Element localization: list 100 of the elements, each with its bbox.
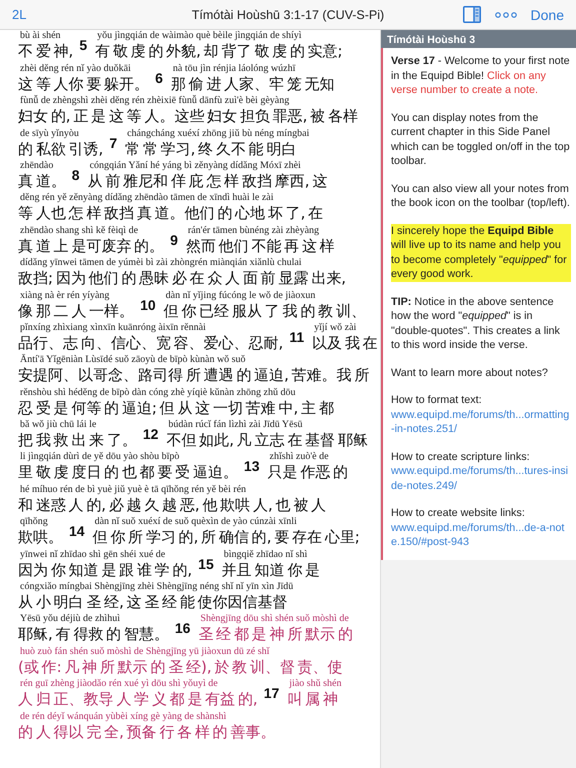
pinyin-text: jiào shǔ shén	[288, 678, 342, 690]
note-paragraph: You can display notes from the current chapter in this Side Panel which can be toggled on/off in the top toolbar.	[391, 110, 571, 168]
chinese-text: 品行、志 向、信心、宽 容、爱心、忍耐,	[18, 332, 284, 354]
verse-number[interactable]: 14	[69, 523, 85, 540]
pinyin-text: pǐnxíng zhìxiang xìnxīn kuānróng àixīn rěnnài	[19, 322, 206, 333]
chapter-title: Tímótài Hoùshū 3:1-17 (CUV-S-Pi)	[192, 8, 384, 22]
pinyin-text: zhèi děng rén nǐ yào duǒkāi	[19, 62, 131, 74]
done-button[interactable]: Done	[530, 6, 564, 22]
forum-link[interactable]: www.equipd.me/forums/th...tures-inside-notes.249/	[391, 464, 571, 493]
chinese-text: 等 人也 怎 样 敌挡 真 道。他们 的 心地 坏 了, 在	[18, 203, 324, 224]
chinese-text: 安提阿、以哥念、路司得 所 遭遇 的 逼迫, 苦难。我 所	[18, 365, 370, 386]
chinese-text: 真 道 上 是可废弃 的。	[18, 236, 164, 257]
pinyin-text: zhēndào	[19, 160, 54, 171]
verse-number[interactable]: 17	[264, 685, 280, 702]
note-paragraph: Verse 17 - Welcome to your first note in the Equipd Bible! Click on any verse number to create a note.	[391, 54, 571, 98]
pinyin-text: bǎ wǒ jiù chū lái le	[19, 419, 96, 430]
chinese-text: 不 爱 神,	[18, 41, 74, 62]
pinyin-text: děng rén yě zěnyàng dídǎng zhēndào tāmen de xīndì huài le zài	[19, 192, 274, 204]
note-paragraph: I sincerely hope the Equipd Bible will live up to its name and help you to become completely "equipped" for every good work.	[391, 224, 571, 282]
pinyin-text: zhēndào shang shì kě fèiqì de	[19, 224, 138, 236]
chinese-text: 的 人 得以 完 全, 预备 行 各 样 的 善事。	[18, 722, 276, 743]
pinyin-text: yīnwei nǐ zhīdao shì gēn shéi xué de	[19, 548, 166, 560]
verse-number[interactable]: 13	[244, 458, 260, 474]
pinyin-text: rén guī zhèng jiàodǎo rén xué yì dōu shì yǒuyì de	[19, 678, 218, 690]
pinyin-text: yǐjí wǒ zài	[313, 322, 356, 333]
chinese-text: 但 你 所 学习 的, 所 确信 的, 要 存在 心里;	[92, 527, 360, 548]
pinyin-text: de rén déyǐ wánquán yùbèi xíng gè yàng de shànshì	[19, 710, 226, 722]
chinese-text: 但 你 已经 服从 了 我 的 教 训、	[164, 300, 366, 322]
verse-number[interactable]: 5	[79, 37, 88, 54]
pinyin-text: cóngxiǎo míngbai Shèngjīng zhèi Shèngjīng néng shǐ nǐ yīn xìn Jīdū	[19, 581, 294, 592]
side-panel-icon[interactable]	[462, 6, 481, 23]
verse-number[interactable]: 10	[140, 296, 156, 313]
pinyin-text: cóngqián Yǎní hé yáng bì zěnyàng dídǎng Móxī zhèi	[88, 160, 301, 171]
link-label: How to create scripture links:	[391, 450, 531, 464]
chinese-text: 欺哄。	[18, 527, 63, 548]
more-icon[interactable]	[494, 12, 517, 18]
chinese-text: 里 敬 虔 度日 的 也 都 要 受 逼迫。	[18, 462, 238, 484]
verse-number[interactable]: 15	[198, 556, 214, 572]
pinyin-text: Shèngjīng dōu shì shén suǒ mòshì de	[199, 613, 349, 624]
chinese-text: 常 常 学习, 终 久不 能 明白	[125, 138, 296, 160]
chinese-text: 的 私欲 引诱,	[18, 138, 104, 160]
chinese-text: 人 归 正、教导 人 学 义 都 是 有益 的,	[18, 689, 258, 710]
link-label: How to format text:	[391, 393, 483, 408]
verse-number[interactable]: 6	[155, 70, 163, 86]
chinese-text: 并且 知道 你 是	[222, 560, 320, 581]
pinyin-text: huò zuò fán shén suǒ mòshì de Shèngjīng yū jiàoxun dū zé shǐ	[19, 646, 270, 657]
link-label: How to create website links:	[391, 506, 526, 520]
pinyin-text: Āntí'ā Yǐgēniàn Lùsīdé suǒ zāoyù de bīpò kùnàn wǒ suǒ	[19, 354, 246, 366]
pinyin-text: Yēsū yǒu déjiù de zhìhuì	[19, 613, 120, 624]
chinese-text: 叫 属 神	[287, 689, 338, 710]
chinese-text: 敌挡; 因为 他们 的 愚昧 必 在 众 人 面 前 显露 出来,	[18, 268, 346, 290]
chinese-text: 那 偷 进 人家、牢 笼 无知	[170, 74, 335, 95]
verse-number[interactable]: 12	[142, 426, 158, 442]
verse-number[interactable]: 8	[72, 166, 80, 183]
chinese-text: 把 我 救 出 来 了。	[18, 430, 137, 452]
pinyin-text: de sīyù yǐnyòu	[19, 128, 79, 139]
verse-number[interactable]: 11	[289, 328, 304, 345]
chinese-text: 耶稣, 有 得救 的 智慧。	[18, 624, 169, 646]
chinese-text: 忍 受 是 何等 的 逼迫; 但 从 这 一切 苦难 中, 主 都	[18, 398, 334, 419]
pinyin-text: zhǐshì zuò'è de	[268, 451, 329, 462]
pinyin-text: bù ài shén	[19, 30, 61, 42]
chinese-text: 圣 经 都 是 神 所 默示 的	[198, 624, 353, 646]
chinese-text: 然而 他们 不能 再 这 样	[186, 236, 335, 257]
verse-number[interactable]: 9	[170, 232, 178, 248]
chinese-text: 这 等 人你 要 躲开。	[18, 74, 150, 95]
back-link[interactable]: 2L	[12, 7, 26, 22]
verse-number[interactable]: 16	[174, 620, 190, 636]
pinyin-text: nà tōu jìn rénjia láolóng wúzhī	[172, 62, 296, 74]
pinyin-text: xiàng nà èr rén yíyàng	[19, 290, 110, 301]
note-paragraph: You can also view all your notes from the book icon on the toolbar (top/left).	[391, 182, 571, 210]
chinese-text: 像 那 二 人 一样。	[18, 300, 134, 322]
chinese-text: 妇女 的, 正 是 这 等 人。这些 妇女 担负 罪恶, 被 各样	[18, 106, 358, 128]
pinyin-text: fùnǚ de zhèngshì zhèi děng rén zhèixiē fùnǚ dānfù zuì'è bèi gèyàng	[19, 95, 290, 106]
pinyin-text: qīhǒng	[19, 516, 48, 528]
chinese-text: 只是 作恶 的	[268, 462, 348, 484]
pinyin-text: rán'ér tāmen bùnéng zài zhèyàng	[186, 224, 320, 236]
verse-number[interactable]: 7	[109, 134, 118, 151]
chinese-text: 真 道。	[18, 170, 66, 192]
chinese-text: 不但 如此, 凡 立志 在 基督 耶稣	[166, 430, 368, 452]
pinyin-text: búdàn rúcǐ fán lìzhì zài Jīdū Yēsū	[167, 419, 302, 430]
chinese-text: (或 作: 凡 神 所 默示 的 圣 经), 於 教 训、督 责、使	[18, 656, 343, 678]
pinyin-text: rěnshòu shì héděng de bīpò dàn cóng zhè yíqiè kǔnàn zhōng zhǔ dōu	[19, 386, 296, 398]
note-paragraph: Want to learn more about notes?	[391, 366, 549, 380]
pinyin-text: dàn nǐ suǒ xuéxí de suǒ quèxìn de yào cúnzài xīnli	[94, 516, 297, 528]
forum-link[interactable]: www.equipd.me/forums/th...ormatting-in-notes.251/	[391, 408, 571, 436]
chinese-text: 有 敬 虔 的 外貌, 却 背了 敬 虔 的 实意;	[95, 41, 343, 62]
panel-header: Tímótài Hoùshū 3	[381, 30, 576, 48]
forum-link[interactable]: www.equipd.me/forums/th...de-a-note.150/#post-943	[391, 520, 571, 550]
chinese-text: 从 前 雅尼和 佯 庇 怎 样 敌挡 摩西, 这	[88, 170, 328, 192]
pinyin-text: hé míhuo rén de bì yuè jiǔ yuè è tā qīhǒng rén yě bèi rén	[19, 484, 246, 495]
pinyin-text: bìngqiě zhīdao nǐ shì	[222, 548, 308, 560]
chinese-text: 从 小 明白 圣 经, 这 圣 经 能 使你因信基督	[18, 592, 288, 614]
pinyin-text: dàn nǐ yǐjing fúcóng le wǒ de jiàoxun	[164, 290, 316, 301]
pinyin-text: yǒu jìngqián de wàimào què bèile jìngqián de shíyì	[96, 30, 302, 42]
pinyin-text: li jìngqián dùrì de yě dōu yào shòu bīpò	[19, 451, 180, 462]
chinese-text: 和 迷惑 人 的, 必 越 久 越 恶, 他 欺哄 人, 也 被 人	[18, 494, 326, 516]
pinyin-text: dídǎng yīnwei tāmen de yúmèi bì zài zhòngrén miànqián xiǎnlù chulai	[19, 257, 302, 268]
chinese-text: 以及 我 在	[312, 332, 378, 354]
note-paragraph: TIP: Notice in the above sentence how the word "equipped" is in "double-quotes". This creates a link to this word inside the verse.	[391, 294, 561, 352]
chinese-text: 因为 你 知道 是 跟 谁 学 的,	[18, 560, 192, 581]
